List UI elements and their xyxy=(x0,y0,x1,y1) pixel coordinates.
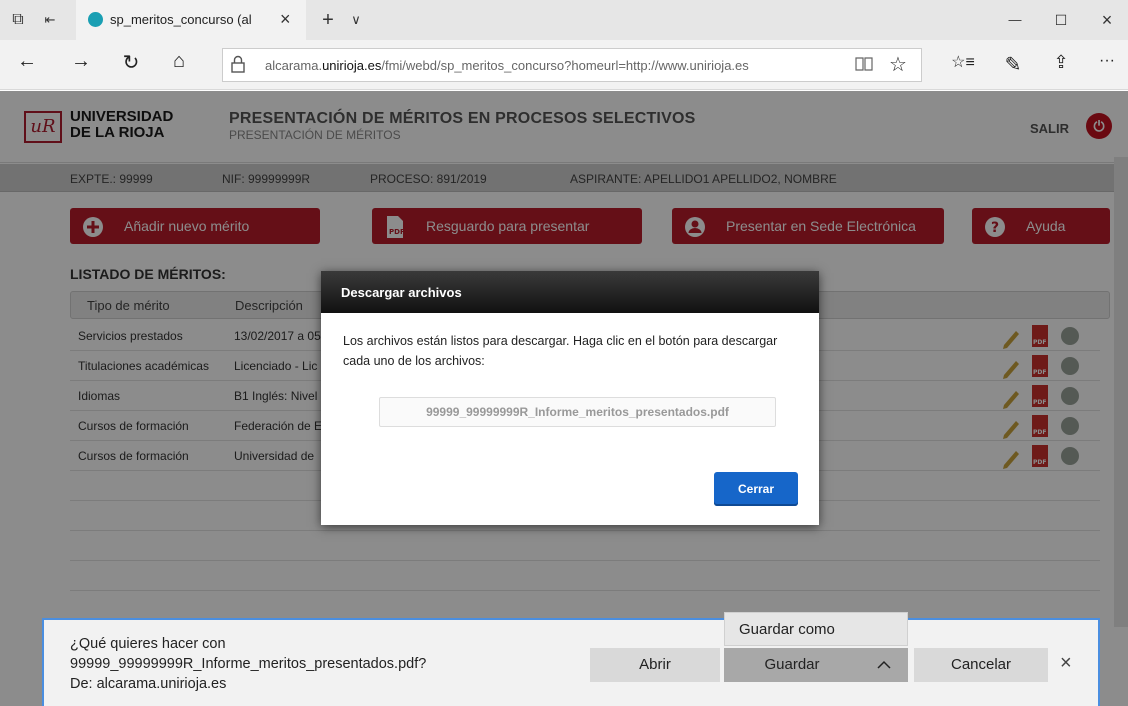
tab-actions-icon[interactable]: ⧉ xyxy=(6,0,30,40)
download-notification-bar: ¿Qué quieres hacer con 99999_99999999R_I… xyxy=(42,612,1100,706)
forward-icon[interactable]: → xyxy=(68,50,94,73)
download-source: De: alcarama.unirioja.es xyxy=(70,676,227,692)
url-path: /fmi/webd/sp_meritos_concurso?homeurl=ht… xyxy=(381,58,749,73)
favorites-hub-icon[interactable]: ☆≡ xyxy=(948,52,978,72)
address-bar[interactable]: alcarama.unirioja.es/fmi/webd/sp_meritos… xyxy=(222,48,922,82)
dialog-message: Los archivos están listos para descargar… xyxy=(343,334,778,368)
tab-title: sp_meritos_concurso (al xyxy=(110,12,252,27)
browser-tab-bar: ⧉ ⇤ sp_meritos_concurso (al × + ∨ — ☐ × xyxy=(0,0,1128,40)
favorite-star-icon[interactable]: ☆ xyxy=(889,52,907,77)
save-as-menu-item[interactable]: Guardar como xyxy=(724,612,908,646)
cancel-button[interactable]: Cancelar xyxy=(914,648,1048,682)
close-dialog-button[interactable]: Cerrar xyxy=(714,472,798,506)
maximize-icon[interactable]: ☐ xyxy=(1046,0,1076,40)
dismiss-download-icon[interactable]: × xyxy=(1060,652,1072,675)
home-icon[interactable]: ⌂ xyxy=(166,50,192,73)
save-options-chevron-icon[interactable] xyxy=(860,648,908,682)
back-icon[interactable]: ← xyxy=(14,50,40,73)
download-files-dialog: Descargar archivos Los archivos están li… xyxy=(321,271,819,525)
download-prompt-line1: ¿Qué quieres hacer con xyxy=(70,636,226,652)
tab-close-icon[interactable]: × xyxy=(280,9,291,30)
more-icon[interactable]: ··· xyxy=(1092,52,1122,70)
download-filename: 99999_99999999R_Informe_meritos_presenta… xyxy=(70,656,427,672)
new-tab-icon[interactable]: + xyxy=(316,0,340,40)
download-prompt: ¿Qué quieres hacer con 99999_99999999R_I… xyxy=(70,634,426,694)
refresh-icon[interactable]: ↻ xyxy=(118,50,144,75)
web-note-pen-icon[interactable]: ✎ xyxy=(998,52,1028,77)
window-close-icon[interactable]: × xyxy=(1092,0,1122,40)
download-file-link[interactable]: 99999_99999999R_Informe_meritos_presenta… xyxy=(379,397,776,427)
url-prefix: alcarama. xyxy=(265,58,323,73)
save-button[interactable]: Guardar xyxy=(724,648,860,682)
browser-tab[interactable]: sp_meritos_concurso (al × xyxy=(76,0,306,40)
share-icon[interactable]: ⇪ xyxy=(1046,52,1076,73)
open-button[interactable]: Abrir xyxy=(590,648,720,682)
minimize-icon[interactable]: — xyxy=(1000,0,1030,40)
set-aside-tabs-icon[interactable]: ⇤ xyxy=(38,0,62,40)
url-domain: unirioja.es xyxy=(322,58,382,73)
reading-view-icon[interactable] xyxy=(855,56,873,76)
favicon-icon xyxy=(88,12,103,27)
url-text: alcarama.unirioja.es/fmi/webd/sp_meritos… xyxy=(265,58,749,73)
tab-menu-icon[interactable]: ∨ xyxy=(346,0,366,40)
dialog-title: Descargar archivos xyxy=(321,271,819,313)
lock-icon xyxy=(231,55,245,76)
